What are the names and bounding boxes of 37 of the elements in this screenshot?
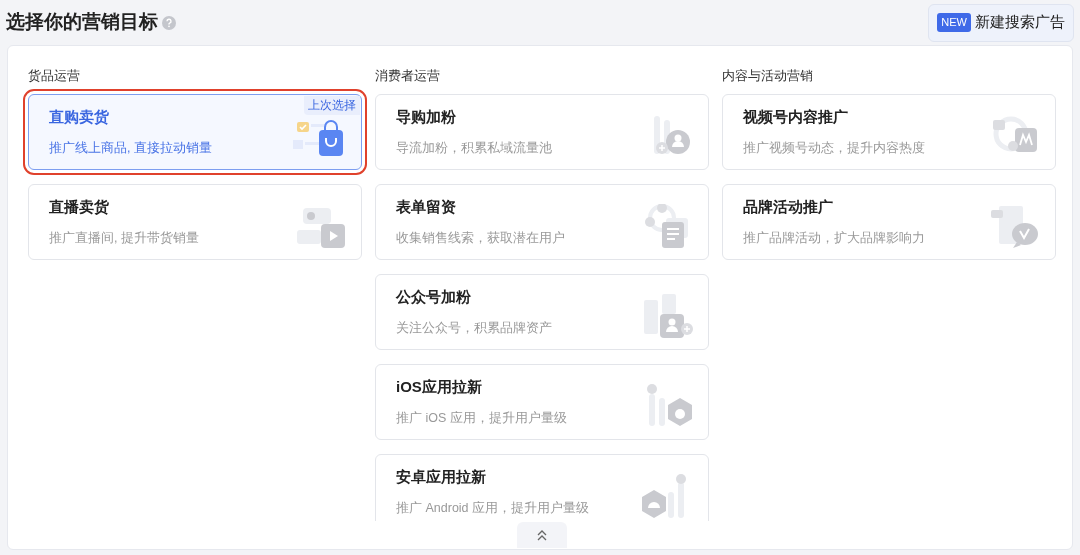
card-description: 关注公众号，积累品牌资产	[396, 319, 552, 337]
goal-card[interactable]: 表单留资 收集销售线索，获取潜在用户	[375, 184, 709, 260]
goal-card[interactable]: 视频号内容推广 推广视频号动态，提升内容热度	[722, 94, 1056, 170]
card-description: 推广品牌活动，扩大品牌影响力	[743, 229, 925, 247]
card-title: 直播卖货	[49, 197, 110, 218]
column-heading: 货品运营	[28, 67, 81, 85]
goal-card[interactable]: 直播卖货 推广直播间, 提升带货销量	[28, 184, 362, 260]
card-title: 导购加粉	[396, 107, 457, 128]
column-heading: 消费者运营	[375, 67, 441, 85]
card-title: 视频号内容推广	[743, 107, 849, 128]
goal-card[interactable]: 品牌活动推广 推广品牌活动，扩大品牌影响力	[722, 184, 1056, 260]
goal-card[interactable]: 导购加粉 导流加粉，积累私域流量池	[375, 94, 709, 170]
new-badge: NEW	[937, 13, 971, 32]
card-title: iOS应用拉新	[396, 377, 483, 398]
card-description: 推广直播间, 提升带货销量	[49, 229, 199, 247]
card-title: 表单留资	[396, 197, 457, 218]
page-title: 选择你的营销目标	[6, 10, 158, 35]
new-search-ad-button[interactable]: NEW 新建搜索广告	[928, 3, 1074, 42]
card-title: 直购卖货	[49, 107, 110, 128]
goal-card[interactable]: 公众号加粉 关注公众号，积累品牌资产	[375, 274, 709, 350]
card-title: 安卓应用拉新	[396, 467, 487, 488]
card-description: 推广视频号动态，提升内容热度	[743, 139, 925, 157]
card-description: 推广 iOS 应用，提升用户量级	[396, 409, 567, 427]
card-title: 公众号加粉	[396, 287, 472, 308]
goal-card[interactable]: 安卓应用拉新 推广 Android 应用，提升用户量级	[375, 454, 709, 521]
column-heading: 内容与活动营销	[722, 67, 814, 85]
card-description: 推广线上商品, 直接拉动销量	[49, 139, 212, 157]
card-description: 导流加粉，积累私域流量池	[396, 139, 552, 157]
last-choice-badge: 上次选择	[304, 96, 360, 116]
goal-card[interactable]: iOS应用拉新 推广 iOS 应用，提升用户量级	[375, 364, 709, 440]
card-description: 收集销售线索，获取潜在用户	[396, 229, 565, 247]
card-title: 品牌活动推广	[743, 197, 834, 218]
card-description: 推广 Android 应用，提升用户量级	[396, 499, 590, 517]
double-chevron-up-icon	[536, 529, 548, 541]
goal-card[interactable]: 直购卖货 推广线上商品, 直接拉动销量 上次选择	[28, 94, 362, 170]
collapse-button[interactable]	[517, 522, 567, 548]
help-icon[interactable]	[162, 15, 176, 30]
